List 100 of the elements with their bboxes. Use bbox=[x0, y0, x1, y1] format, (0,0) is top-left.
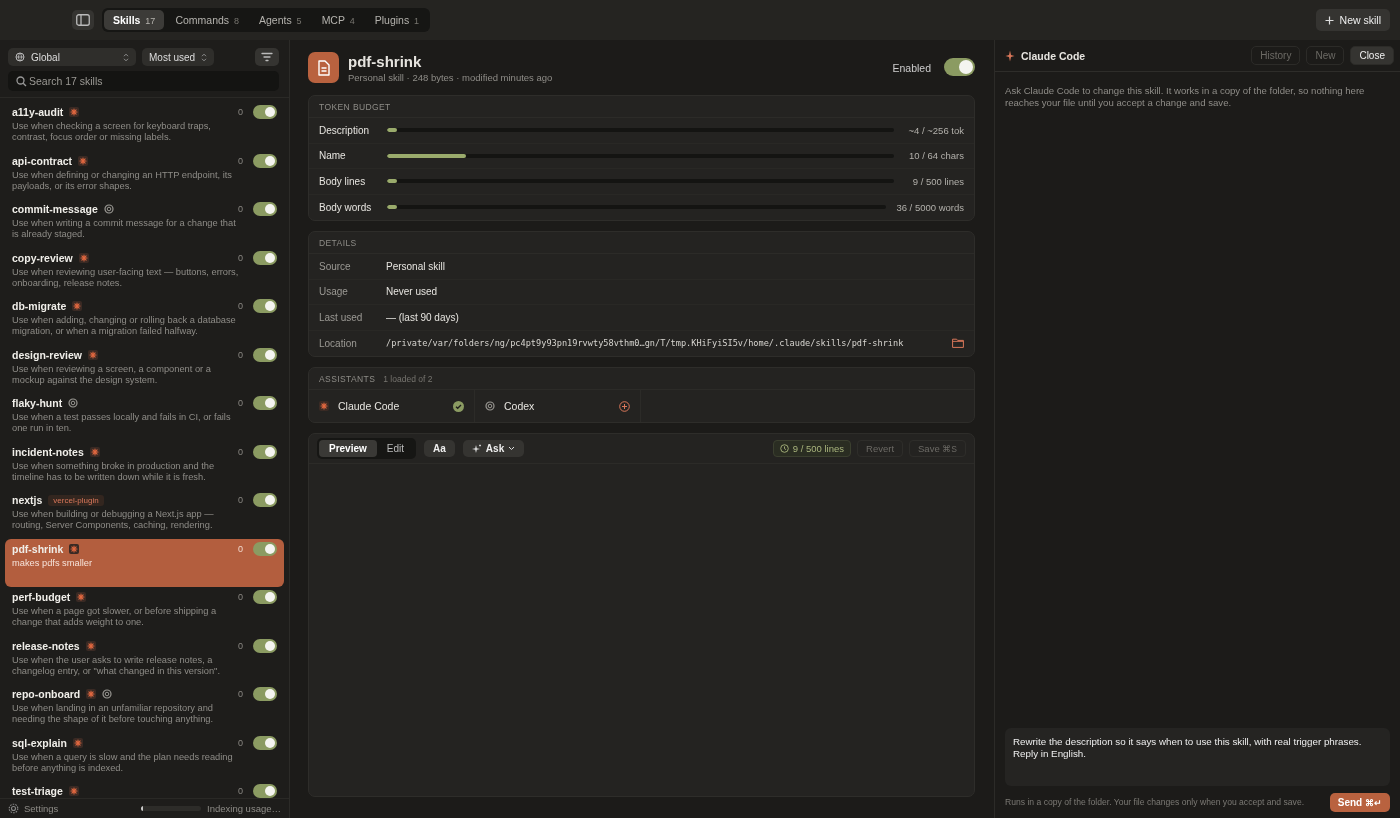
assistant-name: Codex bbox=[504, 400, 535, 412]
sunburst-icon bbox=[69, 543, 80, 554]
usage-count: 0 bbox=[238, 495, 243, 505]
panel-button[interactable]: Close bbox=[1350, 46, 1394, 65]
skill-item[interactable]: perf-budget 0 Use when a page got slower, or before shipping a change that adds weight to one. bbox=[5, 587, 284, 636]
usage-count: 0 bbox=[238, 349, 243, 360]
toggle-switch[interactable] bbox=[253, 493, 277, 507]
font-button[interactable]: Aa bbox=[424, 440, 455, 457]
enabled-label: Enabled bbox=[892, 61, 931, 74]
search-field[interactable]: Search 17 skills bbox=[8, 71, 279, 91]
ask-button[interactable]: Ask bbox=[462, 440, 525, 457]
sunburst-icon bbox=[72, 737, 83, 748]
scope-select[interactable]: Global bbox=[8, 48, 136, 66]
skill-item[interactable]: repo-onboard 0 Use when landing in an unfamiliar repository and needing the shape of it before touching anything. bbox=[5, 684, 284, 733]
detail-value: Never used bbox=[386, 286, 439, 298]
tab[interactable]: Skills 17 bbox=[104, 10, 165, 30]
sunburst-icon bbox=[78, 155, 89, 166]
skill-item[interactable]: commit-message 0 Use when writing a commit message for a change that is already staged. bbox=[5, 199, 284, 248]
sunburst-icon bbox=[88, 349, 99, 360]
usage-count: 0 bbox=[238, 204, 243, 214]
toggle-switch[interactable] bbox=[253, 396, 277, 410]
budget-label: Name bbox=[319, 150, 347, 162]
filter-icon[interactable] bbox=[255, 48, 279, 66]
add-icon[interactable] bbox=[619, 400, 630, 412]
tab[interactable]: Preview bbox=[319, 440, 377, 457]
toggle-switch[interactable] bbox=[253, 153, 277, 168]
gear-icon bbox=[8, 803, 19, 814]
usage-count: 0 bbox=[238, 398, 243, 408]
skill-name: commit-message bbox=[12, 203, 98, 215]
skill-description: Use when reviewing user-facing text — buttons, errors, onboarding, release notes. bbox=[12, 266, 240, 289]
skill-item[interactable]: incident-notes 0 Use when something broke in production and the timeline has to be written down while it is fresh. bbox=[5, 441, 284, 490]
skill-name: design-review bbox=[12, 348, 83, 361]
skill-item[interactable]: sql-explain 0 Use when a query is slow and the plan needs reading before anything is indexed. bbox=[5, 732, 284, 781]
intro-text: Ask Claude Code to change this skill. It works in a copy of the folder, so nothing here reaches your file until you accept a change and save. bbox=[1004, 84, 1366, 110]
toggle-switch[interactable] bbox=[253, 687, 277, 701]
toggle-switch[interactable] bbox=[253, 590, 277, 604]
toggle-switch[interactable] bbox=[253, 735, 277, 750]
toggle-switch[interactable] bbox=[253, 299, 277, 313]
search-icon bbox=[16, 76, 27, 87]
skill-description: Use when something broke in production and the timeline has to be written down while it is fresh. bbox=[12, 460, 216, 483]
budget-reading: 10 / 64 chars bbox=[908, 150, 964, 162]
footer-note: Runs in a copy of the folder. Your file changes only when you accept and save. bbox=[1005, 797, 1305, 807]
skill-name: incident-notes bbox=[12, 445, 84, 458]
detail-label: Source bbox=[319, 260, 352, 272]
folder-icon[interactable] bbox=[952, 338, 964, 349]
skill-item[interactable]: db-migrate 0 Use when adding, changing or rolling back a database migration, or when a migration failed halfway. bbox=[5, 296, 284, 345]
skill-description: Use when defining or changing an HTTP endpoint, its payloads, or its error shapes. bbox=[12, 169, 233, 192]
sunburst-icon bbox=[72, 301, 83, 311]
skill-item[interactable]: flaky-hunt 0 Use when a test passes locally and fails in CI, or fails one run in ten. bbox=[5, 393, 284, 442]
skill-item[interactable]: nextjs vercel-plugin 0 Use when building or debugging a Next.js app — routing, Server Components, caching, rendering. bbox=[5, 490, 284, 539]
assistant-name: Claude Code bbox=[338, 400, 400, 412]
clock-icon bbox=[779, 444, 789, 453]
usage-count: 0 bbox=[238, 592, 243, 602]
prompt-field[interactable]: Rewrite the description so it says when to use this skill, with real trigger phrases. Reply in English. bbox=[1005, 728, 1390, 786]
skill-name: sql-explain bbox=[12, 736, 67, 749]
globe-icon bbox=[15, 52, 25, 62]
chevron-icon bbox=[201, 52, 208, 62]
usage-count: 0 bbox=[238, 252, 243, 263]
skill-item[interactable]: a11y-audit 0 Use when checking a screen for keyboard traps, contrast, focus order or missing labels. bbox=[5, 102, 284, 151]
skill-description: makes pdfs smaller bbox=[12, 557, 94, 569]
new-skill-button[interactable]: New skill bbox=[1315, 9, 1390, 31]
toggle-switch[interactable] bbox=[253, 347, 277, 362]
toggle-switch[interactable] bbox=[253, 105, 277, 119]
tab[interactable]: Agents 5 bbox=[250, 10, 311, 30]
usage-count: 0 bbox=[238, 786, 243, 796]
usage-count: 0 bbox=[238, 737, 243, 748]
toggle-switch[interactable] bbox=[253, 250, 277, 265]
toggle-switch[interactable] bbox=[253, 541, 277, 556]
sunburst-icon bbox=[68, 786, 79, 796]
skill-name: db-migrate bbox=[12, 300, 67, 312]
tab[interactable]: Edit bbox=[376, 440, 415, 457]
skill-item[interactable]: release-notes 0 Use when the user asks to write release notes, a changelog entry, or "what changed in this version". bbox=[5, 635, 284, 684]
caret-icon bbox=[508, 446, 516, 451]
toggle-switch[interactable] bbox=[253, 784, 277, 798]
sunburst-icon bbox=[89, 446, 100, 457]
toggle-switch[interactable] bbox=[944, 57, 975, 76]
skill-item[interactable]: test-triage 0 bbox=[5, 781, 284, 798]
tab[interactable]: Plugins 1 bbox=[365, 10, 429, 30]
tab[interactable]: Commands 8 bbox=[166, 10, 248, 30]
skill-item[interactable]: design-review 0 Use when reviewing a screen, a component or a mockup against the design system. bbox=[5, 344, 284, 393]
toggle-switch[interactable] bbox=[253, 202, 277, 216]
skill-item[interactable]: pdf-shrink 0 makes pdfs smaller bbox=[5, 538, 284, 587]
usage-count: 0 bbox=[238, 543, 243, 554]
section-heading: ASSISTANTS bbox=[319, 373, 376, 384]
skill-description: Use when landing in an unfamiliar repository and needing the shape of it before touching anything. bbox=[12, 703, 215, 725]
sidebar-toggle-icon[interactable] bbox=[72, 10, 94, 30]
knot-icon bbox=[68, 398, 79, 408]
budget-reading: ~4 / ~256 tok bbox=[907, 124, 964, 136]
budget-label: Body lines bbox=[319, 175, 367, 187]
skill-item[interactable]: api-contract 0 Use when defining or changing an HTTP endpoint, its payloads, or its error shapes. bbox=[5, 150, 284, 199]
send-button[interactable]: Send ⌘↵ bbox=[1329, 792, 1390, 812]
settings-link[interactable]: Settings bbox=[8, 803, 59, 814]
usage-count: 0 bbox=[238, 446, 243, 457]
skill-item[interactable]: copy-review 0 Use when reviewing user-facing text — buttons, errors, onboarding, release notes. bbox=[5, 247, 284, 296]
sort-select[interactable]: Most used bbox=[142, 48, 215, 66]
status-text: Indexing usage… bbox=[207, 803, 281, 814]
toggle-switch[interactable] bbox=[253, 638, 277, 653]
plugin-tag: vercel-plugin bbox=[48, 494, 104, 506]
toggle-switch[interactable] bbox=[253, 444, 277, 459]
tab[interactable]: MCP 4 bbox=[312, 10, 364, 30]
